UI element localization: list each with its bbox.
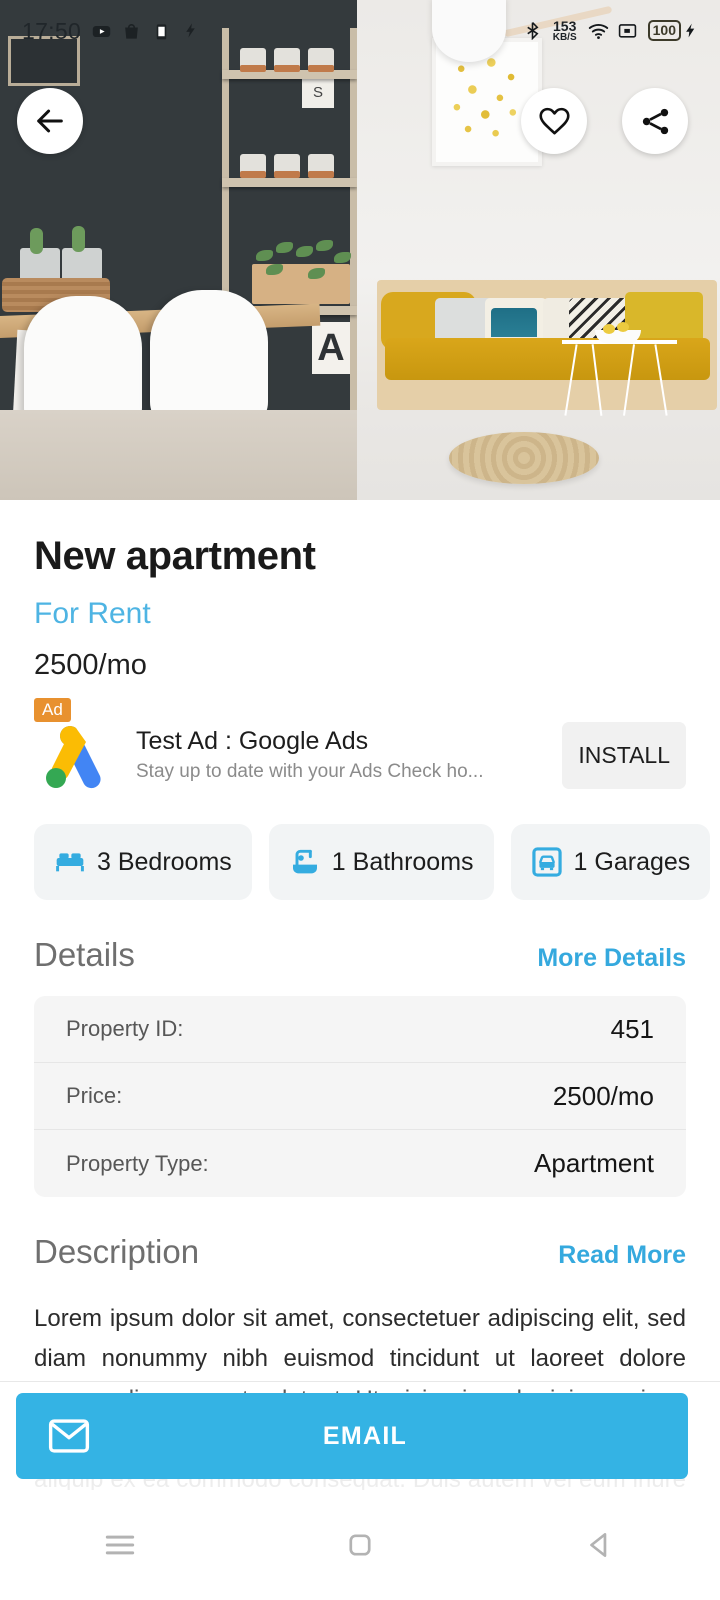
table-row: Property Type: Apartment [34, 1130, 686, 1197]
hero-image[interactable]: S A 17:50 153 KB/S 100 [0, 0, 720, 500]
listing-status: For Rent [34, 597, 151, 630]
arrow-left-icon [37, 109, 63, 133]
share-button[interactable] [622, 88, 688, 154]
status-bar: 17:50 153 KB/S 100 [0, 0, 720, 62]
status-time: 17:50 [22, 17, 82, 44]
favorite-button[interactable] [521, 88, 587, 154]
bathtub-icon [292, 849, 317, 874]
details-table: Property ID: 451 Price: 2500/mo Property… [34, 996, 686, 1197]
network-speed: 153 KB/S [552, 19, 577, 43]
nav-home-button[interactable] [315, 1510, 405, 1580]
listing-price: 2500/mo [34, 649, 147, 681]
ad-subtitle: Stay up to date with your Ads Check ho..… [136, 761, 484, 782]
detail-key: Property Type: [66, 1150, 209, 1176]
hero-left-scene: S A [0, 0, 357, 500]
network-speed-unit: KB/S [552, 31, 577, 43]
battery-indicator: 100 [647, 20, 698, 42]
back-triangle-icon [590, 1533, 607, 1557]
battery-level: 100 [647, 20, 681, 42]
table-row: Property ID: 451 [34, 996, 686, 1063]
bed-icon [56, 853, 84, 872]
feature-chip-garages[interactable]: 1 Garages [510, 824, 711, 900]
listing-content: New apartment For Rent 2500/mo Ad Test A… [0, 500, 720, 1541]
detail-value: Apartment [534, 1148, 654, 1178]
home-square-icon [349, 1534, 371, 1556]
charging-bolt-icon [686, 24, 695, 38]
more-details-link[interactable]: More Details [537, 944, 686, 973]
detail-key: Price: [66, 1083, 123, 1108]
side-table [562, 340, 677, 420]
ad-badge: Ad [34, 698, 71, 722]
decor-letter-a: A [312, 322, 350, 374]
wifi-icon [588, 21, 608, 40]
detail-value: 2500/mo [552, 1080, 654, 1111]
nav-recents-button[interactable] [75, 1510, 165, 1580]
detail-key: Property ID: [66, 1016, 184, 1041]
youtube-icon [92, 22, 111, 41]
ad-text-group: Test Ad : Google Ads Stay up to date wit… [136, 727, 568, 783]
ad-title: Test Ad : Google Ads [136, 727, 369, 755]
feature-chip-bathrooms[interactable]: 1 Bathrooms [268, 824, 494, 900]
bluetooth-icon [523, 21, 542, 41]
garage-icon [531, 847, 562, 877]
cast-icon [618, 21, 637, 40]
android-nav-bar [0, 1490, 720, 1600]
device-icon [152, 22, 171, 41]
email-button[interactable]: EMAIL [16, 1393, 688, 1479]
nav-back-button[interactable] [555, 1510, 645, 1580]
hero-right-scene [357, 0, 720, 500]
email-button-label: EMAIL [322, 1421, 408, 1450]
details-title: Details [34, 936, 135, 973]
shopping-bag-icon [122, 22, 141, 41]
detail-value: 451 [610, 1013, 654, 1044]
share-icon [642, 108, 668, 134]
page-title: New apartment [34, 534, 316, 578]
description-title: Description [34, 1233, 200, 1270]
feature-chip-bedrooms[interactable]: 3 Bedrooms [34, 824, 252, 900]
table-row: Price: 2500/mo [34, 1063, 686, 1130]
back-button[interactable] [17, 88, 83, 154]
menu-icon [105, 1535, 135, 1555]
feature-chip-label: 1 Bathrooms [331, 847, 474, 876]
feature-chip-label: 3 Bedrooms [97, 847, 232, 876]
feature-chips: 3 Bedrooms 1 Bathrooms 1 Garages [34, 824, 711, 900]
details-header: Details More Details [34, 936, 686, 974]
feature-chip-label: 1 Garages [573, 847, 691, 876]
heart-icon [538, 107, 570, 134]
google-ads-logo [34, 718, 118, 792]
woven-pouf [449, 432, 599, 484]
flash-icon [182, 22, 201, 41]
read-more-link[interactable]: Read More [558, 1241, 686, 1270]
ad-install-button[interactable]: INSTALL [562, 721, 686, 789]
ad-banner[interactable]: Ad Test Ad : Google Ads Stay up to date … [34, 698, 686, 794]
description-header: Description Read More [34, 1233, 686, 1271]
bottom-divider [0, 1381, 720, 1382]
